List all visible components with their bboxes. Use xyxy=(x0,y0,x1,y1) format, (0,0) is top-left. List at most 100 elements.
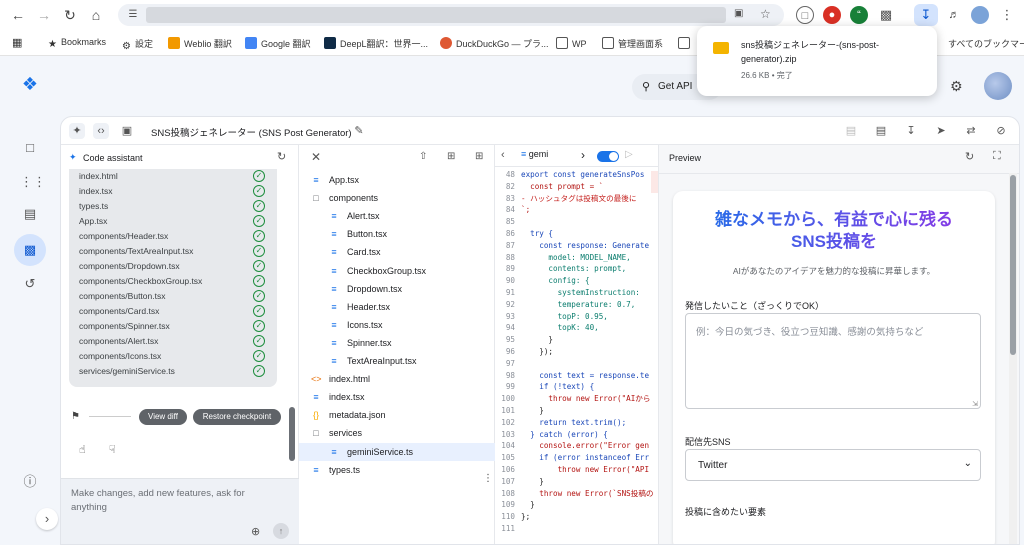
disconnect-icon[interactable]: ⊘ xyxy=(993,123,1009,139)
save-to-drive-icon[interactable]: ▤ xyxy=(873,123,889,139)
preview-scrollbar[interactable] xyxy=(1009,173,1017,544)
save-disabled-icon[interactable]: ▤ xyxy=(843,123,859,139)
changed-file-item[interactable]: components/Button.tsx xyxy=(79,291,165,301)
deploy-rocket-icon[interactable]: ➤ xyxy=(933,123,949,139)
file-more-icon[interactable]: ⋮ xyxy=(483,473,493,484)
view-diff-button[interactable]: View diff xyxy=(139,409,187,425)
memo-textarea[interactable]: 例：今日の気づき、役立つ豆知識、感謝の気持ちなど ⇲ xyxy=(685,313,981,409)
assistant-refresh-icon[interactable]: ↻ xyxy=(277,150,286,163)
target-sns-select[interactable]: Twitter ⌄ xyxy=(685,449,981,481)
bookmark-deepl[interactable]: DeepL翻訳：世界一... xyxy=(324,37,428,50)
back-icon[interactable]: ← xyxy=(8,5,28,25)
build-icon[interactable]: ▩ xyxy=(14,234,46,266)
changed-file-item[interactable]: components/Icons.tsx xyxy=(79,351,161,361)
thumbs-up-icon[interactable]: ☝ xyxy=(79,443,86,456)
autosave-toggle[interactable] xyxy=(597,151,619,162)
file-tree-item[interactable]: □ services xyxy=(299,424,495,442)
all-bookmarks[interactable]: すべてのブックマーク xyxy=(948,37,1024,50)
download-bubble[interactable]: sns投稿ジェネレーター-(sns-post-generator).zip 26… xyxy=(697,26,937,96)
bookmark-bookmarks[interactable]: ★ Bookmarks xyxy=(48,37,106,51)
changed-file-item[interactable]: index.tsx xyxy=(79,186,113,196)
changed-file-item[interactable]: components/Alert.tsx xyxy=(79,336,158,346)
assistant-scrollbar[interactable] xyxy=(289,407,295,461)
changed-file-item[interactable]: components/TextAreaInput.tsx xyxy=(79,246,193,256)
code-view-icon[interactable]: ‹› xyxy=(93,123,109,139)
install-app-icon[interactable]: ▣ xyxy=(734,8,748,22)
changed-file-item[interactable]: components/Header.tsx xyxy=(79,231,168,241)
bookmark-duckduckgo[interactable]: DuckDuckGo — プラ... xyxy=(440,37,549,50)
extension-green-icon[interactable]: “ xyxy=(850,6,868,24)
file-tree-item[interactable]: ≡ Spinner.tsx xyxy=(299,334,495,352)
new-folder-icon[interactable]: ⊞ xyxy=(475,151,483,162)
file-tree-item[interactable]: □ components xyxy=(299,189,495,207)
changed-file-item[interactable]: App.tsx xyxy=(79,216,107,226)
reload-icon[interactable]: ↻ xyxy=(60,5,80,25)
extensions-puzzle-icon[interactable]: ▩ xyxy=(877,6,895,24)
close-panel-icon[interactable]: ✕ xyxy=(311,150,321,164)
changed-file-item[interactable]: components/CheckboxGroup.tsx xyxy=(79,276,202,286)
code-area[interactable]: 48 export const generateSnsPos 82 const pr… xyxy=(495,167,658,544)
send-icon[interactable]: ↑ xyxy=(273,523,289,539)
apps-grid-icon[interactable]: ▦ xyxy=(12,36,22,49)
share-icon[interactable]: ⇄ xyxy=(963,123,979,139)
editor-tab[interactable]: ≡ gemi xyxy=(521,149,548,159)
file-tree-item[interactable]: ≡ Button.tsx xyxy=(299,225,495,243)
thumbs-down-icon[interactable]: ☟ xyxy=(109,443,116,456)
file-tree-item[interactable]: ≡ geminiService.ts xyxy=(299,442,495,461)
sparkle-icon[interactable]: ✦ xyxy=(69,123,85,139)
bookmark-folder-wp[interactable]: WP xyxy=(556,37,587,49)
file-tree-item[interactable]: ≡ Icons.tsx xyxy=(299,316,495,334)
media-queue-icon[interactable]: ♬ xyxy=(945,6,963,24)
bookmark-google-translate[interactable]: Google 翻訳 xyxy=(245,37,311,50)
resize-handle-icon[interactable]: ⇲ xyxy=(972,400,978,408)
restore-checkpoint-button[interactable]: Restore checkpoint xyxy=(193,409,281,425)
file-tree-item[interactable]: ≡ Alert.tsx xyxy=(299,207,495,225)
history-icon[interactable]: ↺ xyxy=(20,274,40,294)
file-tree-item[interactable]: ≡ types.ts xyxy=(299,461,495,479)
changed-file-item[interactable]: components/Card.tsx xyxy=(79,306,159,316)
changed-file-item[interactable]: services/geminiService.ts xyxy=(79,366,175,376)
chat-icon[interactable]: □ xyxy=(20,138,40,158)
changed-file-item[interactable]: index.html xyxy=(79,171,118,181)
download-filename[interactable]: sns投稿ジェネレーター-(sns-post-generator).zip xyxy=(741,38,921,66)
address-bar[interactable]: ☰ ▣ ☆ xyxy=(118,4,784,26)
stream-icon[interactable]: ⋮⋮ xyxy=(20,172,46,192)
new-file-icon[interactable]: ⊞ xyxy=(447,151,455,162)
info-icon[interactable]: ⓘ xyxy=(20,472,40,492)
device-view-icon[interactable]: ▣ xyxy=(119,123,135,139)
rename-pencil-icon[interactable]: ✎ xyxy=(351,123,367,139)
app-logo-butterfly-icon[interactable]: ❖ xyxy=(20,74,40,94)
file-tree-item[interactable]: ≡ Dropdown.tsx xyxy=(299,280,495,298)
tab-next-icon[interactable]: › xyxy=(581,148,585,162)
bookmark-settings[interactable]: ⚙ 設定 xyxy=(122,37,153,53)
home-icon[interactable]: ⌂ xyxy=(86,5,106,25)
extension-chat-icon[interactable]: □ xyxy=(796,6,814,24)
file-tree-item[interactable]: {} metadata.json xyxy=(299,406,495,424)
expand-rail-icon[interactable]: › xyxy=(36,508,58,530)
file-tree-item[interactable]: ≡ CheckboxGroup.tsx xyxy=(299,262,495,280)
bookmark-weblio[interactable]: Weblio 翻訳 xyxy=(168,37,232,50)
preview-refresh-icon[interactable]: ↻ xyxy=(965,150,974,163)
extension-red-icon[interactable]: ● xyxy=(823,6,841,24)
file-tree-item[interactable]: ≡ Header.tsx xyxy=(299,298,495,316)
bookmark-folder-icon[interactable] xyxy=(678,37,694,49)
download-app-icon[interactable]: ↧ xyxy=(903,123,919,139)
upload-file-icon[interactable]: ⇧ xyxy=(419,151,427,162)
run-icon[interactable]: ▷ xyxy=(625,149,633,160)
composer-input[interactable]: Make changes, add new features, ask for … xyxy=(71,487,271,515)
changed-file-item[interactable]: types.ts xyxy=(79,201,108,211)
bookmark-folder-admin[interactable]: 管理画面系 xyxy=(602,37,663,50)
file-tree-item[interactable]: ≡ index.tsx xyxy=(299,388,495,406)
fullscreen-icon[interactable]: ⛶ xyxy=(993,150,1001,163)
browser-menu-icon[interactable]: ⋮ xyxy=(998,6,1016,24)
bookmark-star-icon[interactable]: ☆ xyxy=(760,7,774,21)
download-icon[interactable]: ↧ xyxy=(914,4,938,26)
user-avatar[interactable] xyxy=(984,72,1012,100)
changed-file-item[interactable]: components/Spinner.tsx xyxy=(79,321,170,331)
file-tree-item[interactable]: ≡ TextAreaInput.tsx xyxy=(299,352,495,370)
file-tree-item[interactable]: ≡ Card.tsx xyxy=(299,243,495,261)
file-tree-item[interactable]: ≡ App.tsx xyxy=(299,171,495,189)
media-icon[interactable]: ▤ xyxy=(20,204,40,224)
changed-file-item[interactable]: components/Dropdown.tsx xyxy=(79,261,180,271)
settings-icon[interactable]: ⚙ xyxy=(950,78,963,95)
